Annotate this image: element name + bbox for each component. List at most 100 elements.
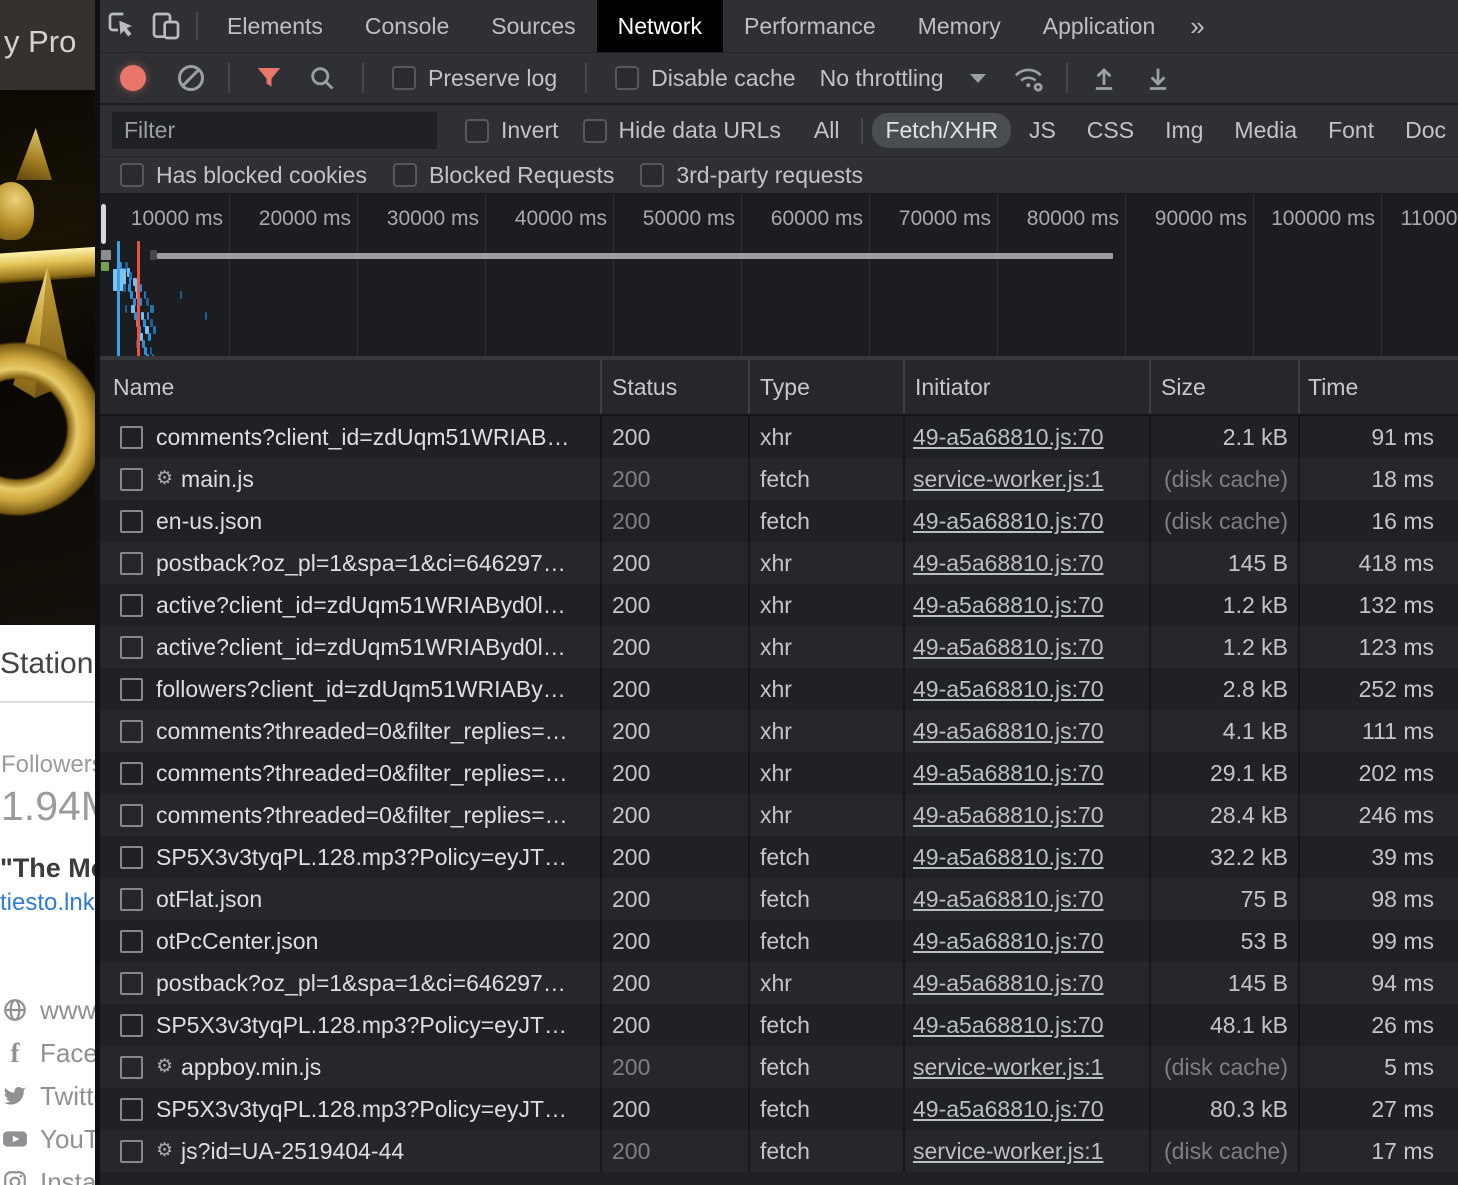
column-header-initiator[interactable]: Initiator	[905, 360, 1151, 414]
request-initiator-link[interactable]: 49-a5a68810.js:70	[913, 592, 1104, 618]
social-link-youtube[interactable]: YouTu	[2, 1126, 95, 1152]
request-initiator-link[interactable]: 49-a5a68810.js:70	[913, 928, 1104, 954]
filter-chip-media[interactable]: Media	[1221, 113, 1310, 148]
request-initiator-link[interactable]: 49-a5a68810.js:70	[913, 718, 1104, 744]
filter-icon[interactable]	[254, 63, 284, 93]
request-initiator-link[interactable]: 49-a5a68810.js:70	[913, 1096, 1104, 1122]
filter-chip-font[interactable]: Font	[1315, 113, 1387, 148]
request-initiator-link[interactable]: 49-a5a68810.js:70	[913, 508, 1104, 534]
tab-application[interactable]: Application	[1022, 0, 1177, 52]
request-initiator-link[interactable]: 49-a5a68810.js:70	[913, 634, 1104, 660]
table-row[interactable]: ⚙ comments?threaded=0&filter_replies=… 2…	[100, 710, 1458, 752]
request-initiator-link[interactable]: 49-a5a68810.js:70	[913, 676, 1104, 702]
search-icon[interactable]	[308, 64, 336, 92]
column-header-time[interactable]: Time	[1300, 360, 1458, 414]
network-conditions-icon[interactable]	[1012, 62, 1046, 94]
row-checkbox[interactable]	[120, 1014, 143, 1037]
social-link-facebook[interactable]: f Faceb	[2, 1040, 95, 1066]
table-row[interactable]: ⚙ SP5X3v3tyqPL.128.mp3?Policy=eyJT… 200 …	[100, 1004, 1458, 1046]
social-link-website[interactable]: www.t	[2, 997, 95, 1023]
tab-sources[interactable]: Sources	[470, 0, 596, 52]
row-checkbox[interactable]	[120, 468, 143, 491]
filter-input[interactable]	[112, 112, 437, 149]
disable-cache-checkbox[interactable]	[615, 66, 639, 90]
has-blocked-cookies-checkbox[interactable]	[120, 163, 144, 187]
preserve-log-checkbox[interactable]	[392, 66, 416, 90]
tab-memory[interactable]: Memory	[897, 0, 1022, 52]
row-checkbox[interactable]	[120, 888, 143, 911]
row-checkbox[interactable]	[120, 1056, 143, 1079]
row-checkbox[interactable]	[120, 1140, 143, 1163]
request-initiator-link[interactable]: 49-a5a68810.js:70	[913, 1012, 1104, 1038]
request-initiator-link[interactable]: service-worker.js:1	[913, 1138, 1103, 1164]
row-checkbox[interactable]	[120, 972, 143, 995]
row-checkbox[interactable]	[120, 930, 143, 953]
social-link-instagram[interactable]: Insta	[2, 1169, 95, 1185]
row-checkbox[interactable]	[120, 720, 143, 743]
more-tabs-button[interactable]: »	[1176, 0, 1218, 52]
export-har-icon[interactable]	[1144, 64, 1172, 92]
column-header-type[interactable]: Type	[750, 360, 905, 414]
request-initiator-link[interactable]: 49-a5a68810.js:70	[913, 844, 1104, 870]
tab-performance[interactable]: Performance	[723, 0, 897, 52]
row-checkbox[interactable]	[120, 678, 143, 701]
record-network-log-button[interactable]	[120, 65, 146, 91]
column-header-size[interactable]: Size	[1151, 360, 1300, 414]
import-har-icon[interactable]	[1090, 64, 1118, 92]
column-header-status[interactable]: Status	[602, 360, 750, 414]
filter-chip-img[interactable]: Img	[1152, 113, 1216, 148]
table-row[interactable]: ⚙ en-us.json 200 fetch 49-a5a68810.js:70…	[100, 500, 1458, 542]
tab-network[interactable]: Network	[597, 0, 723, 52]
request-initiator-link[interactable]: 49-a5a68810.js:70	[913, 550, 1104, 576]
tab-elements[interactable]: Elements	[206, 0, 344, 52]
table-row[interactable]: ⚙ followers?client_id=zdUqm51WRIABy… 200…	[100, 668, 1458, 710]
row-checkbox[interactable]	[120, 510, 143, 533]
bio-link[interactable]: tiesto.lnk	[0, 889, 95, 917]
table-row[interactable]: ⚙ postback?oz_pl=1&spa=1&ci=646297… 200 …	[100, 542, 1458, 584]
tab-console[interactable]: Console	[344, 0, 470, 52]
table-row[interactable]: ⚙ main.js 200 fetch service-worker.js:1 …	[100, 458, 1458, 500]
table-row[interactable]: ⚙ comments?threaded=0&filter_replies=… 2…	[100, 752, 1458, 794]
3rd-party-requests-checkbox[interactable]	[640, 163, 664, 187]
request-initiator-link[interactable]: 49-a5a68810.js:70	[913, 886, 1104, 912]
table-row[interactable]: ⚙ otFlat.json 200 fetch 49-a5a68810.js:7…	[100, 878, 1458, 920]
table-row[interactable]: ⚙ comments?client_id=zdUqm51WRIAB… 200 x…	[100, 416, 1458, 458]
table-row[interactable]: ⚙ otPcCenter.json 200 fetch 49-a5a68810.…	[100, 920, 1458, 962]
column-header-name[interactable]: Name	[100, 360, 602, 414]
request-initiator-link[interactable]: 49-a5a68810.js:70	[913, 802, 1104, 828]
invert-checkbox[interactable]	[465, 119, 489, 143]
table-row[interactable]: ⚙ SP5X3v3tyqPL.128.mp3?Policy=eyJT… 200 …	[100, 836, 1458, 878]
row-checkbox[interactable]	[120, 762, 143, 785]
row-checkbox[interactable]	[120, 1098, 143, 1121]
nav-item-station[interactable]: Station	[0, 647, 93, 681]
inspect-element-button[interactable]	[100, 0, 144, 52]
table-row[interactable]: ⚙ js?id=UA-2519404-44 200 fetch service-…	[100, 1130, 1458, 1172]
social-link-twitter[interactable]: Twitte	[2, 1083, 95, 1109]
row-checkbox[interactable]	[120, 804, 143, 827]
filter-chip-js[interactable]: JS	[1016, 113, 1069, 148]
table-row[interactable]: ⚙ active?client_id=zdUqm51WRIAByd0l… 200…	[100, 584, 1458, 626]
table-row[interactable]: ⚙ appboy.min.js 200 fetch service-worker…	[100, 1046, 1458, 1088]
row-checkbox[interactable]	[120, 594, 143, 617]
table-row[interactable]: ⚙ SP5X3v3tyqPL.128.mp3?Policy=eyJT… 200 …	[100, 1088, 1458, 1130]
network-overview[interactable]: 10000 ms20000 ms30000 ms40000 ms50000 ms…	[100, 194, 1458, 360]
table-row[interactable]: ⚙ active?client_id=zdUqm51WRIAByd0l… 200…	[100, 626, 1458, 668]
filter-chip-all[interactable]: All	[801, 113, 853, 148]
blocked-requests-checkbox[interactable]	[393, 163, 417, 187]
row-checkbox[interactable]	[120, 552, 143, 575]
table-row[interactable]: ⚙ comments?threaded=0&filter_replies=… 2…	[100, 794, 1458, 836]
device-toolbar-button[interactable]	[144, 0, 188, 52]
request-initiator-link[interactable]: service-worker.js:1	[913, 466, 1103, 492]
table-row[interactable]: ⚙ postback?oz_pl=1&spa=1&ci=646297… 200 …	[100, 962, 1458, 1004]
request-initiator-link[interactable]: 49-a5a68810.js:70	[913, 970, 1104, 996]
filter-chip-doc[interactable]: Doc	[1392, 113, 1458, 148]
throttling-dropdown[interactable]: No throttling	[820, 65, 986, 92]
clear-network-log-icon[interactable]	[178, 65, 204, 91]
hide-data-urls-checkbox[interactable]	[583, 119, 607, 143]
request-initiator-link[interactable]: 49-a5a68810.js:70	[913, 424, 1104, 450]
row-checkbox[interactable]	[120, 846, 143, 869]
row-checkbox[interactable]	[120, 636, 143, 659]
request-initiator-link[interactable]: service-worker.js:1	[913, 1054, 1103, 1080]
filter-chip-css[interactable]: CSS	[1074, 113, 1147, 148]
request-initiator-link[interactable]: 49-a5a68810.js:70	[913, 760, 1104, 786]
